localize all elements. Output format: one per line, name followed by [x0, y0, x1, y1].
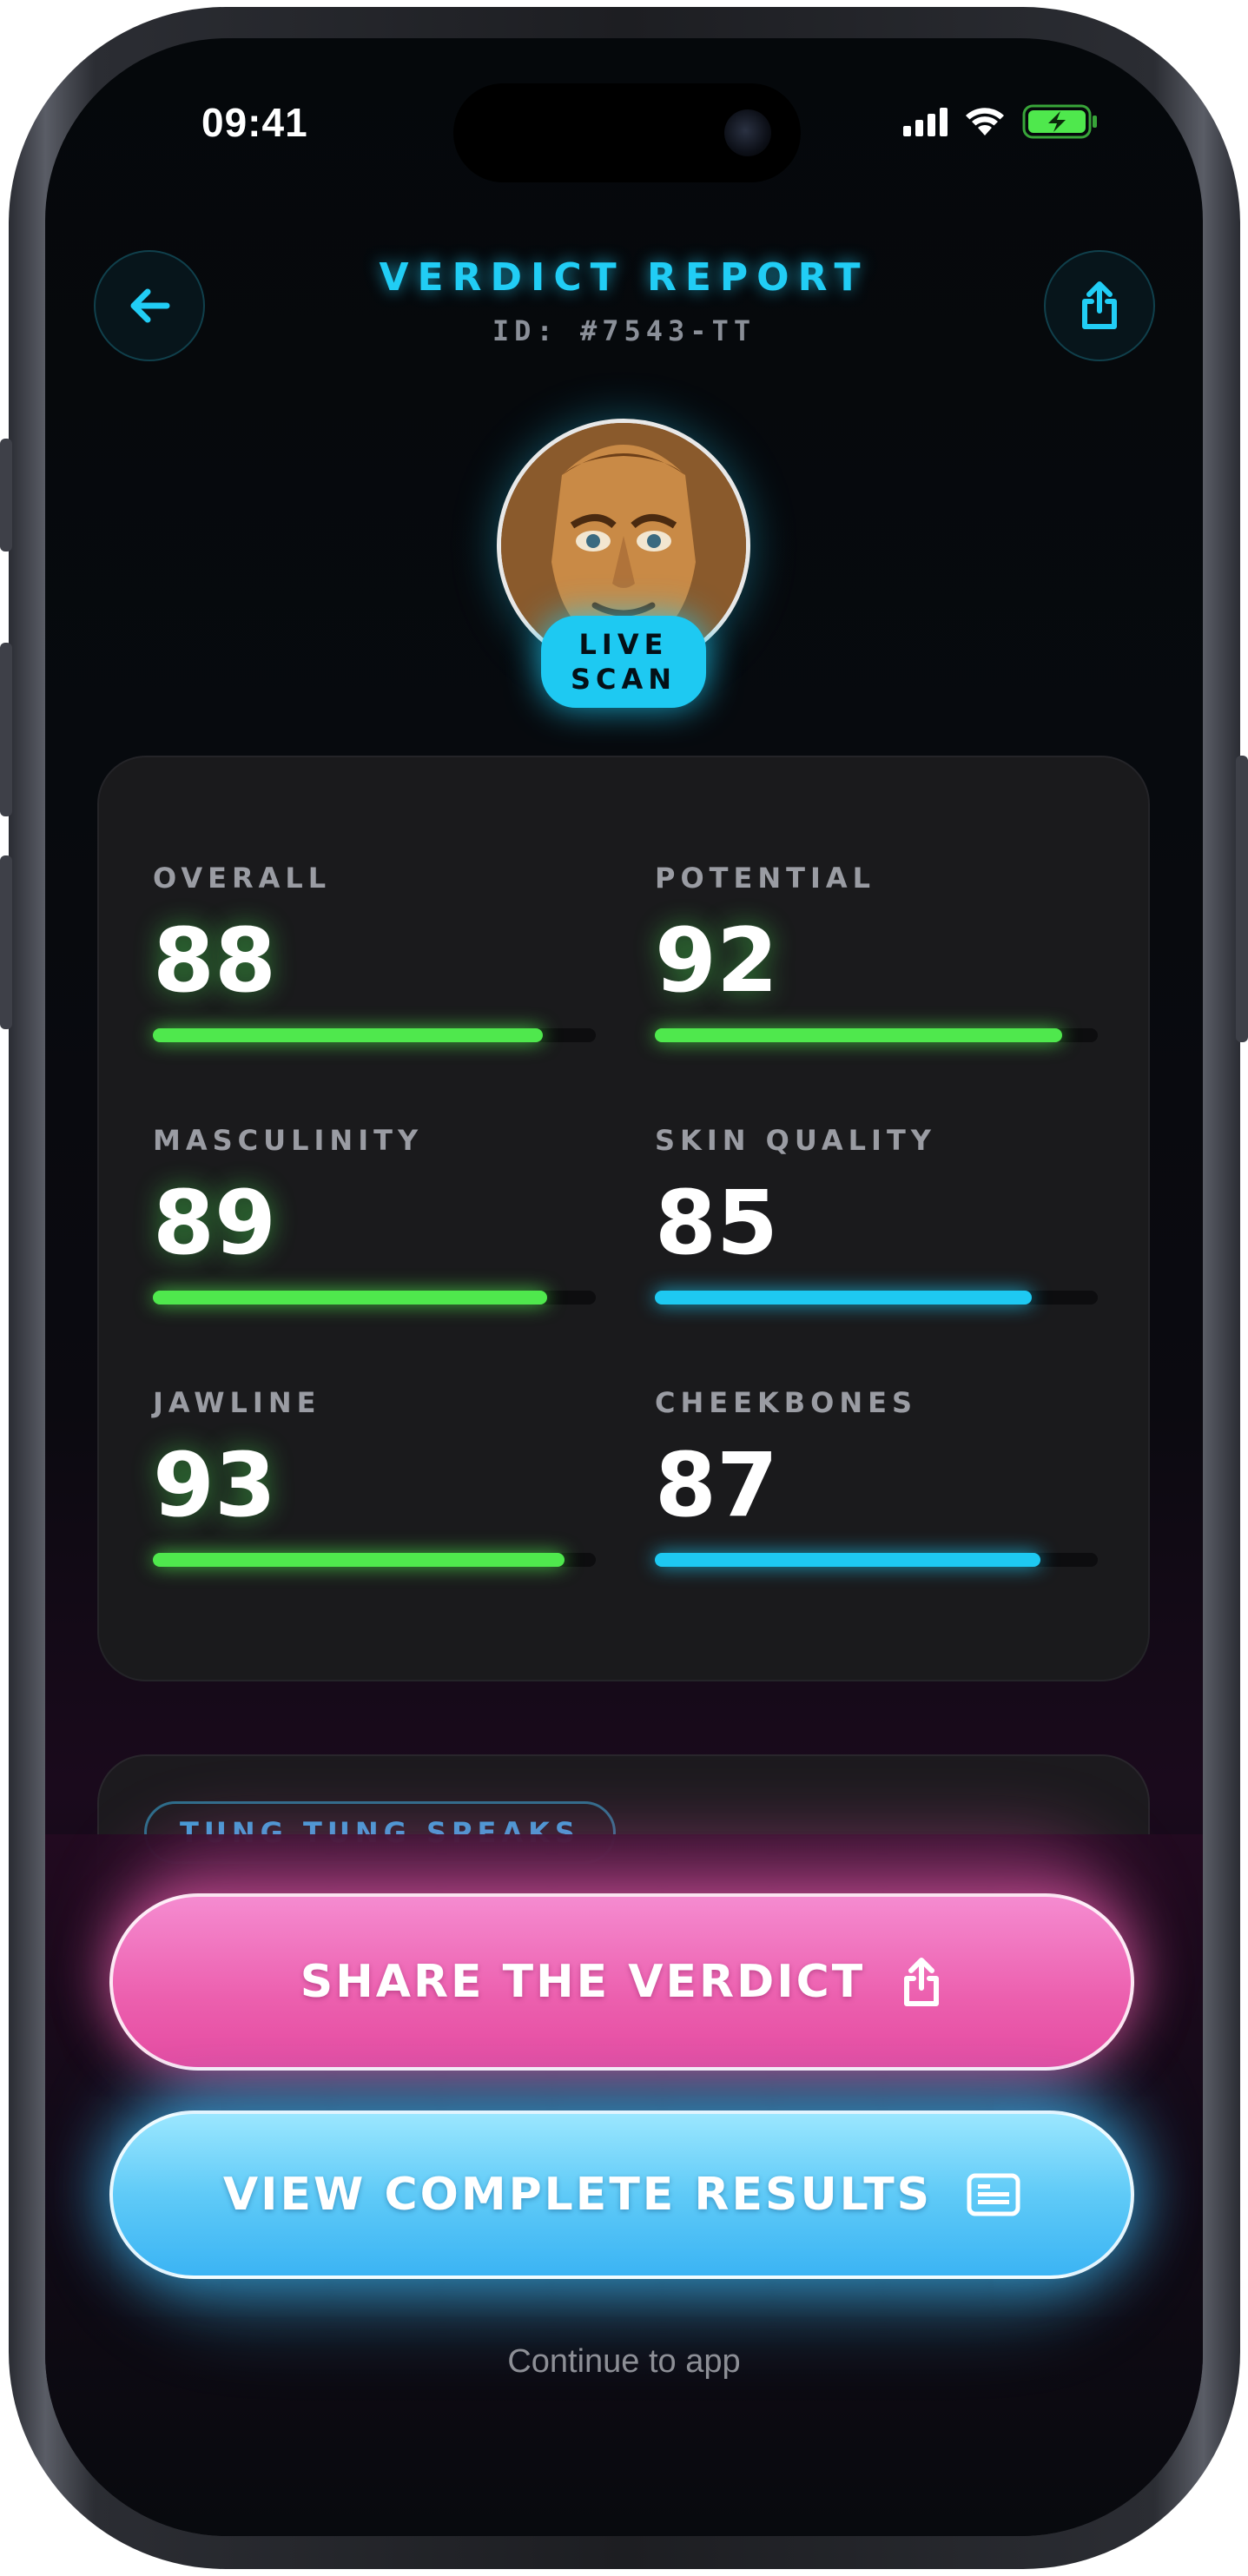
wifi-icon	[966, 108, 1004, 135]
status-icons	[903, 104, 1099, 139]
stat-value: 92	[655, 909, 778, 1013]
camera-icon	[724, 109, 771, 156]
page-title: VERDICT REPORT	[379, 255, 869, 300]
continue-to-app-link[interactable]: Continue to app	[45, 2343, 1203, 2381]
dynamic-island	[453, 83, 801, 182]
stat-jawline: JAWLINE 93	[153, 1386, 596, 1567]
stat-cheekbones: CHEEKBONES 87	[655, 1386, 1098, 1567]
progress-fill	[655, 1291, 1032, 1305]
share-verdict-label: SHARE THE VERDICT	[300, 1956, 866, 2008]
share-icon	[1082, 281, 1117, 329]
share-verdict-button[interactable]: SHARE THE VERDICT	[109, 1893, 1134, 2071]
volume-down-button	[0, 855, 12, 1029]
view-results-button[interactable]: VIEW COMPLETE RESULTS	[109, 2110, 1134, 2279]
badge-line-2: SCAN	[570, 663, 677, 696]
power-button	[1236, 756, 1248, 1042]
progress-fill	[153, 1553, 565, 1567]
progress-bar	[153, 1291, 596, 1305]
stat-overall: OVERALL 88	[153, 862, 596, 1042]
stat-value: 87	[655, 1434, 778, 1537]
progress-fill	[153, 1028, 543, 1042]
cellular-signal-icon	[903, 107, 948, 136]
stat-label: CHEEKBONES	[655, 1386, 918, 1419]
stat-value: 89	[153, 1172, 276, 1275]
stat-masculinity: MASCULINITY 89	[153, 1124, 596, 1305]
battery-charging-icon	[1022, 104, 1097, 139]
live-scan-badge: LIVE SCAN	[541, 616, 706, 708]
view-results-label: VIEW COMPLETE RESULTS	[222, 2169, 933, 2221]
progress-bar	[153, 1028, 596, 1042]
app-screen: 09:41 VERDICT REPORT ID: #7543-TT LIVE S…	[45, 38, 1203, 2536]
share-icon	[904, 1958, 940, 2006]
progress-bar	[655, 1553, 1098, 1567]
action-button	[0, 439, 12, 552]
stat-label: OVERALL	[153, 862, 332, 895]
document-list-icon	[967, 2173, 1020, 2216]
progress-fill	[655, 1028, 1063, 1042]
stats-card: OVERALL 88 POTENTIAL 92 MASCULINITY 89 S…	[97, 756, 1150, 1681]
stat-label: POTENTIAL	[655, 862, 876, 895]
status-time: 09:41	[201, 100, 308, 145]
progress-bar	[655, 1291, 1098, 1305]
stat-potential: POTENTIAL 92	[655, 862, 1098, 1042]
stat-value: 93	[153, 1434, 276, 1537]
share-header-button[interactable]	[1044, 250, 1155, 361]
stat-label: SKIN QUALITY	[655, 1124, 936, 1157]
stat-value: 88	[153, 909, 276, 1013]
stat-label: JAWLINE	[153, 1386, 321, 1419]
progress-bar	[153, 1553, 596, 1567]
report-id: ID: #7543-TT	[492, 314, 756, 347]
progress-fill	[655, 1553, 1040, 1567]
progress-bar	[655, 1028, 1098, 1042]
badge-line-1: LIVE	[578, 628, 669, 661]
progress-fill	[153, 1291, 547, 1305]
stat-value: 85	[655, 1172, 778, 1275]
volume-up-button	[0, 643, 12, 816]
stat-label: MASCULINITY	[153, 1124, 424, 1157]
stat-skin-quality: SKIN QUALITY 85	[655, 1124, 1098, 1305]
